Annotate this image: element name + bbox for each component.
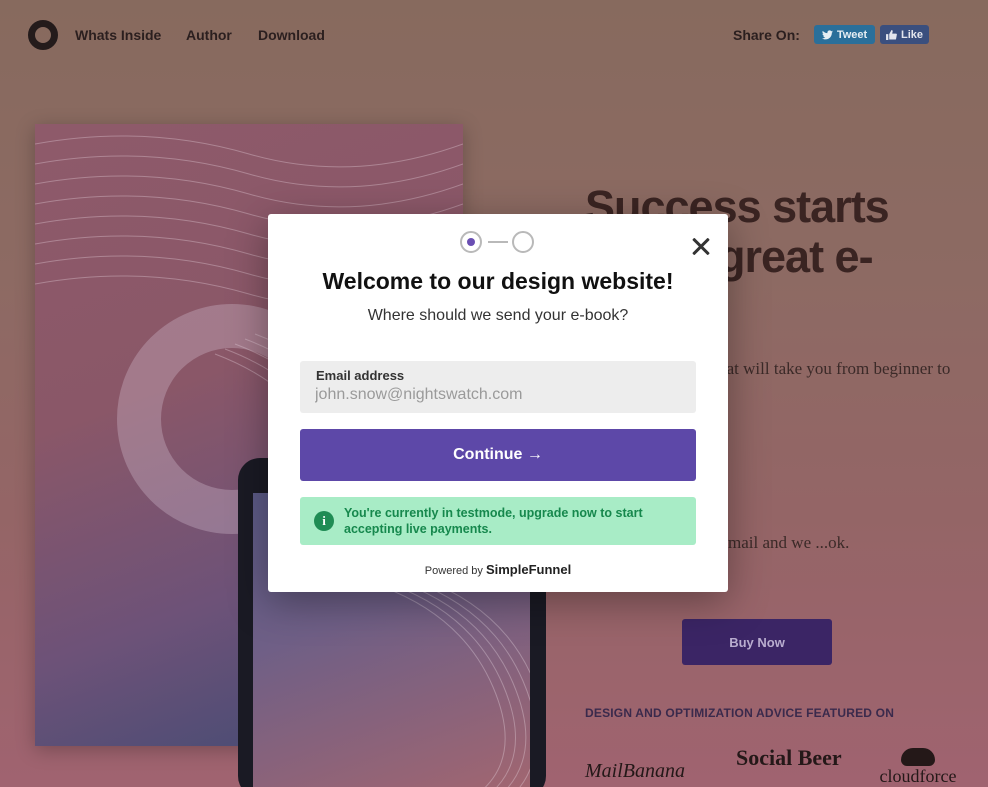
step-1-dot [460, 231, 482, 253]
notice-text: You're currently in testmode, upgrade no… [344, 506, 643, 536]
email-field[interactable]: Email address [300, 361, 696, 413]
close-icon[interactable] [687, 232, 715, 260]
email-label: Email address [316, 368, 405, 383]
testmode-notice[interactable]: i You're currently in testmode, upgrade … [300, 497, 696, 545]
continue-button[interactable]: Continue → [300, 429, 696, 481]
modal-title: Welcome to our design website! [322, 268, 674, 294]
modal-subtitle: Where should we send your e-book? [367, 307, 629, 324]
step-connector [488, 241, 508, 243]
info-icon: i [314, 511, 334, 531]
email-input[interactable] [315, 383, 675, 407]
powered-brand: SimpleFunnel [485, 562, 572, 577]
powered-by[interactable]: Powered by SimpleFunnel [268, 562, 728, 577]
step-2-dot [512, 231, 534, 253]
step-indicator [460, 231, 536, 253]
powered-prefix: Powered by [424, 565, 483, 577]
signup-modal: Welcome to our design website! Where sho… [268, 214, 728, 592]
